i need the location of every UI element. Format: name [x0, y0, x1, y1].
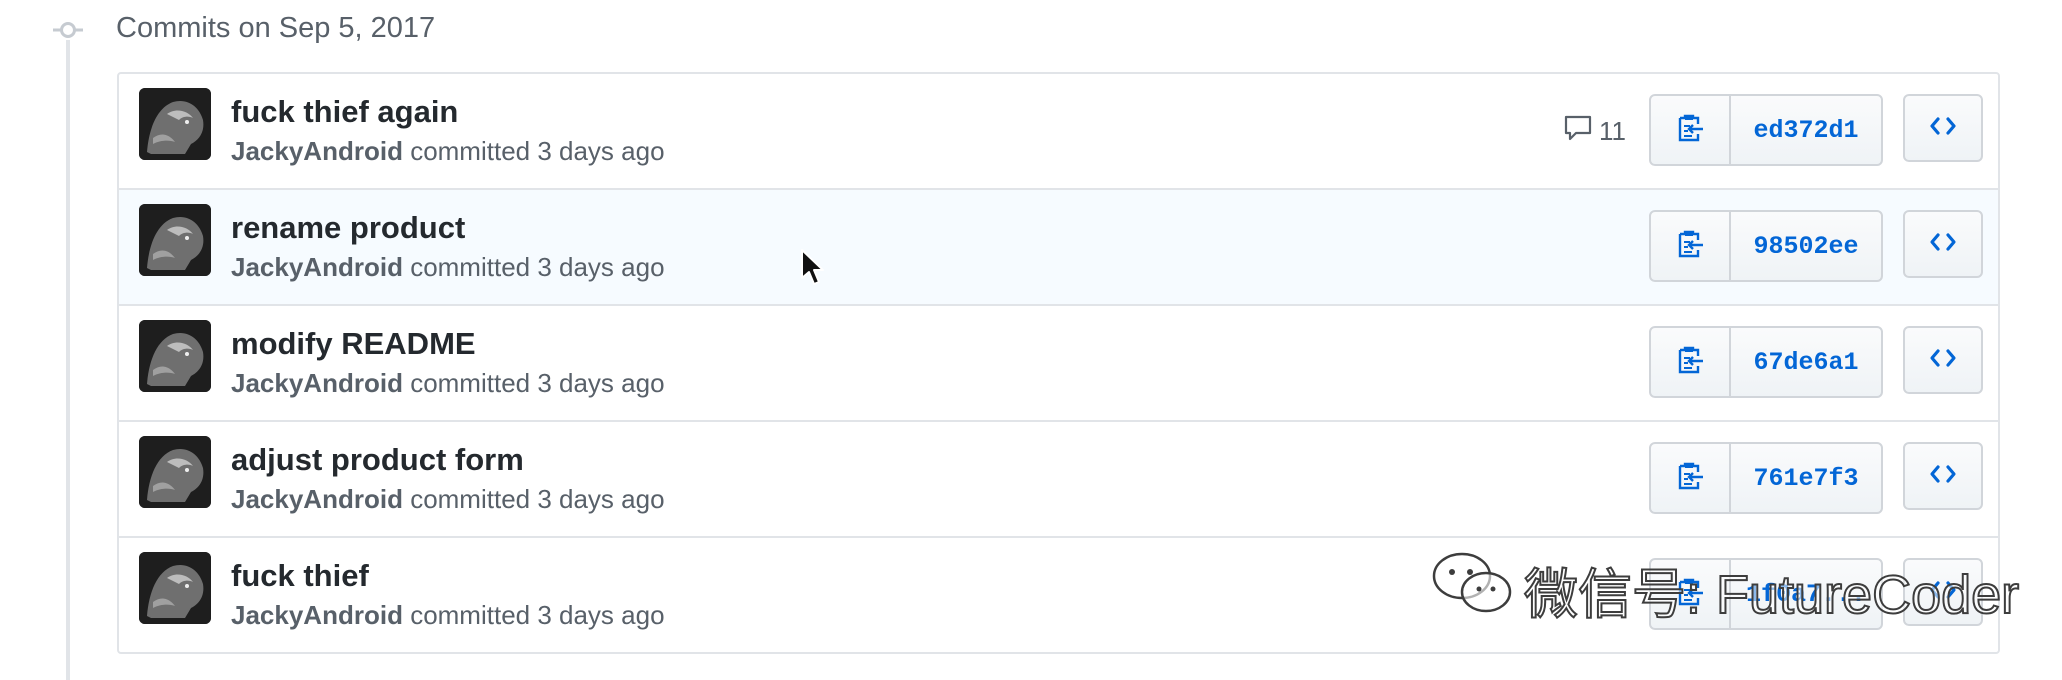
commit-sha-link[interactable]: 67de6a1: [1731, 328, 1881, 396]
commit-message[interactable]: modify README: [231, 326, 476, 362]
commit-author[interactable]: JackyAndroid: [231, 368, 403, 398]
copy-sha-button[interactable]: [1651, 444, 1731, 512]
commit-meta: JackyAndroid committed 3 days ago: [231, 484, 665, 515]
commit-meta: JackyAndroid committed 3 days ago: [231, 252, 665, 283]
comment-count[interactable]: 11: [1563, 114, 1626, 149]
clippy-icon: [1676, 229, 1704, 264]
commit-time: committed 3 days ago: [410, 136, 665, 166]
commit-meta: JackyAndroid committed 3 days ago: [231, 600, 665, 631]
commit-time: committed 3 days ago: [410, 600, 665, 630]
commit-sha-link[interactable]: 98502ee: [1731, 212, 1881, 280]
code-icon: [1929, 232, 1957, 257]
commit-meta: JackyAndroid committed 3 days ago: [231, 368, 665, 399]
watermark-text: 微信号: FutureCoder: [1523, 564, 2020, 626]
commit-author[interactable]: JackyAndroid: [231, 252, 403, 282]
commit-meta: JackyAndroid committed 3 days ago: [231, 136, 665, 167]
clippy-icon: [1676, 461, 1704, 496]
commit-time: committed 3 days ago: [410, 484, 665, 514]
avatar[interactable]: [139, 320, 211, 392]
clippy-icon: [1676, 345, 1704, 380]
git-commit-icon: [53, 19, 83, 41]
commit-group-title: Commits on Sep 5, 2017: [116, 12, 436, 44]
commit-row: rename product JackyAndroid committed 3 …: [119, 188, 1998, 304]
copy-sha-button[interactable]: [1651, 212, 1731, 280]
mouse-cursor-icon: [800, 248, 826, 293]
copy-sha-button[interactable]: [1651, 328, 1731, 396]
wechat-icon: [1430, 548, 1514, 631]
commit-row: adjust product form JackyAndroid committ…: [119, 420, 1998, 536]
code-icon: [1929, 348, 1957, 373]
avatar[interactable]: [139, 436, 211, 508]
commit-message[interactable]: fuck thief again: [231, 94, 458, 130]
commit-sha-link[interactable]: ed372d1: [1731, 96, 1881, 164]
sha-button-group: 67de6a1: [1649, 326, 1883, 398]
avatar[interactable]: [139, 204, 211, 276]
sha-button-group: 761e7f3: [1649, 442, 1883, 514]
browse-repo-button[interactable]: [1903, 210, 1983, 278]
commit-message[interactable]: rename product: [231, 210, 465, 246]
commit-author[interactable]: JackyAndroid: [231, 484, 403, 514]
commit-message[interactable]: fuck thief: [231, 558, 369, 594]
timeline-line: [66, 40, 70, 680]
browse-repo-button[interactable]: [1903, 442, 1983, 510]
watermark: 微信号: FutureCoder: [1430, 548, 2020, 631]
browse-repo-button[interactable]: [1903, 94, 1983, 162]
commit-author[interactable]: JackyAndroid: [231, 600, 403, 630]
browse-repo-button[interactable]: [1903, 326, 1983, 394]
clippy-icon: [1676, 113, 1704, 148]
avatar[interactable]: [139, 88, 211, 160]
commit-author[interactable]: JackyAndroid: [231, 136, 403, 166]
commit-row: modify README JackyAndroid committed 3 d…: [119, 304, 1998, 420]
commit-row: fuck thief again JackyAndroid committed …: [119, 74, 1998, 188]
code-icon: [1929, 464, 1957, 489]
commit-sha-link[interactable]: 761e7f3: [1731, 444, 1881, 512]
commit-time: committed 3 days ago: [410, 252, 665, 282]
sha-button-group: 98502ee: [1649, 210, 1883, 282]
code-icon: [1929, 116, 1957, 141]
comment-count-value: 11: [1599, 116, 1626, 146]
commit-time: committed 3 days ago: [410, 368, 665, 398]
comment-icon: [1563, 114, 1593, 149]
sha-button-group: ed372d1: [1649, 94, 1883, 166]
commit-message[interactable]: adjust product form: [231, 442, 524, 478]
copy-sha-button[interactable]: [1651, 96, 1731, 164]
avatar[interactable]: [139, 552, 211, 624]
